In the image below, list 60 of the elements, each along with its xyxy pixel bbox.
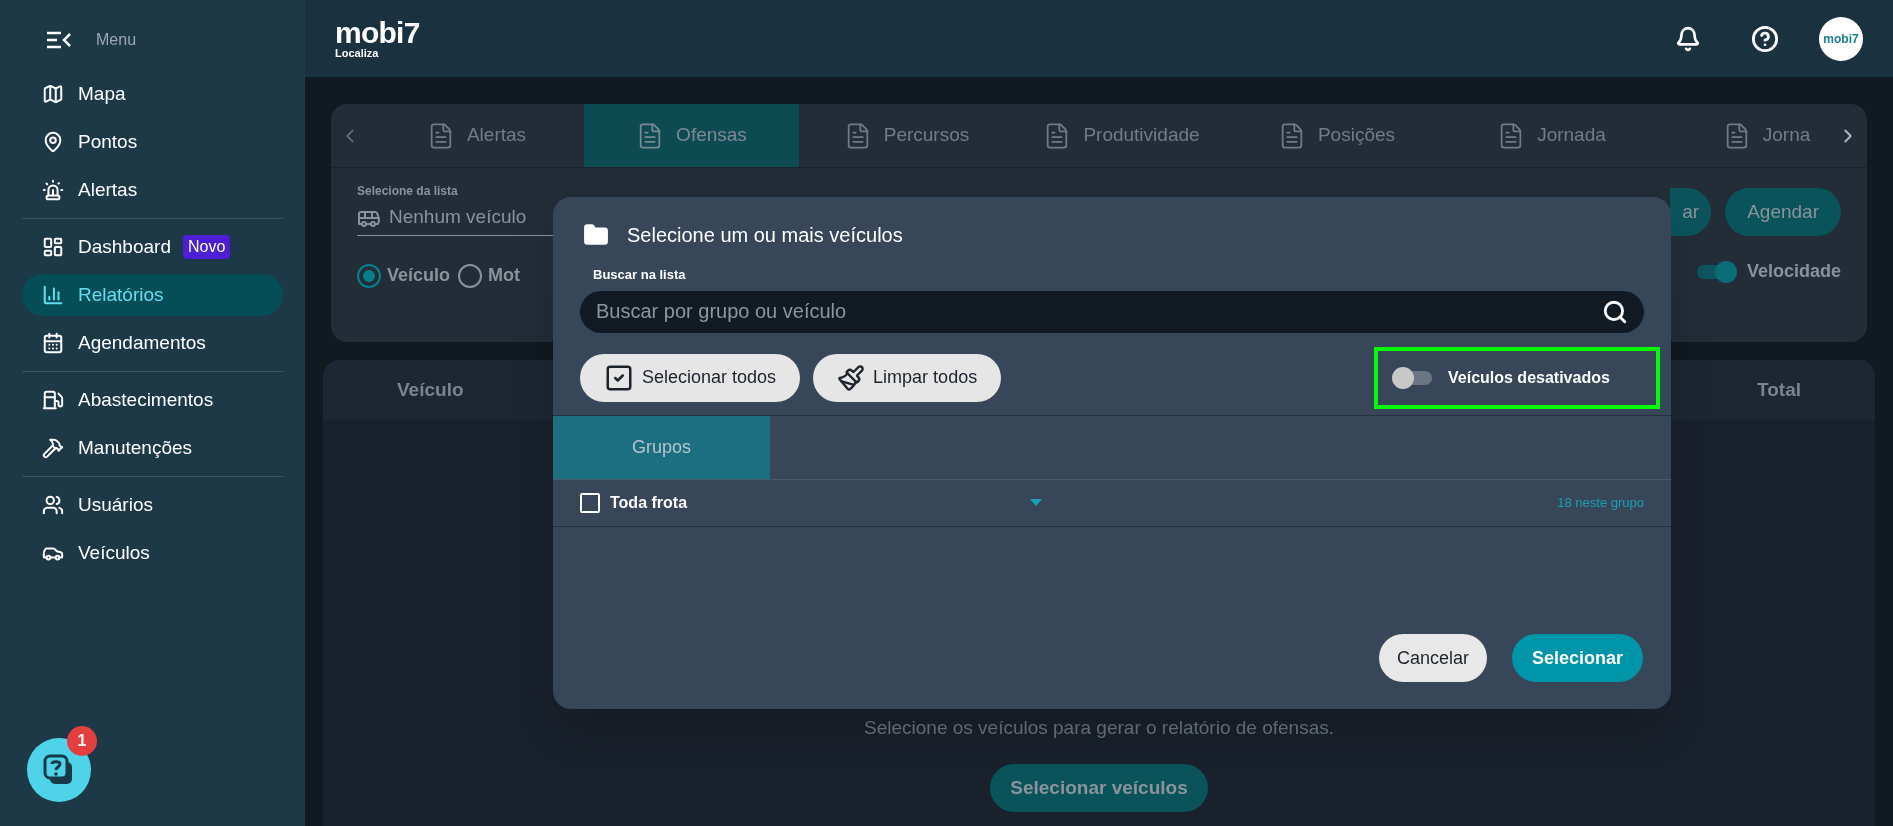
dialog-title: Selecione um ou mais veículos <box>627 223 903 248</box>
report-tab[interactable]: Jornada <box>1444 104 1659 167</box>
sidebar-item[interactable]: Veículos <box>22 532 283 574</box>
confirm-button[interactable]: Selecionar <box>1511 634 1643 682</box>
search-label: Buscar na lista <box>592 266 687 284</box>
report-tab[interactable]: Posições <box>1229 104 1444 167</box>
menu-collapse-icon[interactable] <box>46 31 72 49</box>
search-field[interactable]: Buscar por grupo ou veículo <box>580 290 1644 333</box>
clear-all-button[interactable]: Limpar todos <box>813 353 1002 402</box>
sidebar-item[interactable]: Pontos <box>22 121 283 163</box>
toggle-label: Veículos desativados <box>1448 367 1610 388</box>
menu-label: Menu <box>96 30 137 50</box>
folder-icon <box>583 222 609 248</box>
notification-badge: 1 <box>67 726 97 756</box>
map-icon <box>42 83 64 105</box>
report-tab[interactable]: Alertas <box>369 104 584 167</box>
column-header: Total <box>1757 377 1801 402</box>
toggle-label: Velocidade <box>1746 260 1841 283</box>
logo-subtitle: Localiza <box>335 48 380 59</box>
help-icon[interactable] <box>1751 24 1779 53</box>
groups-tab[interactable]: Grupos <box>553 415 770 479</box>
sidebar-item[interactable]: Relatórios <box>22 274 283 316</box>
fuel-pump-icon <box>42 389 64 411</box>
sidebar-item[interactable]: Alertas <box>22 169 283 211</box>
sidebar-item[interactable]: Dashboard Novo <box>22 226 283 268</box>
generate-button[interactable]: ar <box>1670 188 1712 236</box>
search-icon[interactable] <box>1602 298 1628 325</box>
group-name: Toda frota <box>610 492 689 513</box>
radio-option[interactable]: Veículo <box>357 262 451 289</box>
siren-icon <box>42 179 64 201</box>
sidebar-item[interactable]: Usuários <box>22 484 283 526</box>
select-vehicles-button[interactable]: Selecionar veículos <box>990 764 1208 812</box>
column-header: Veículo <box>397 377 464 402</box>
sidebar-item[interactable]: Manutenções <box>22 427 283 469</box>
group-checkbox[interactable] <box>580 492 600 513</box>
brush-icon <box>837 363 866 392</box>
field-label: Selecione da lista <box>357 183 459 200</box>
logo: mobi7 <box>335 18 420 48</box>
dashboard-icon <box>42 236 64 258</box>
report-tab[interactable]: Jorna <box>1659 104 1829 167</box>
sidebar-item[interactable]: Abastecimentos <box>22 379 283 421</box>
notifications-icon[interactable] <box>1675 25 1701 52</box>
sidebar-item[interactable]: Mapa <box>22 73 283 115</box>
radio-option[interactable]: Mot <box>458 262 520 289</box>
report-tab[interactable]: Ofensas <box>584 104 799 167</box>
new-badge: Novo <box>182 235 231 259</box>
schedule-button[interactable]: Agendar <box>1725 188 1841 236</box>
users-icon <box>42 494 64 516</box>
expand-caret-icon[interactable] <box>1030 499 1042 506</box>
pin-icon <box>42 131 64 153</box>
avatar[interactable]: mobi7 <box>1819 16 1863 61</box>
empty-message: Selecione os veículos para gerar o relatório de ofensas. <box>864 715 1334 740</box>
select-all-button[interactable]: Selecionar todos <box>580 353 801 402</box>
calendar-icon <box>42 332 64 354</box>
cancel-button[interactable]: Cancelar <box>1378 634 1487 682</box>
chart-icon <box>42 284 64 306</box>
group-count: 18 neste grupo <box>1557 493 1644 512</box>
report-tab[interactable]: Produtividade <box>1014 104 1229 167</box>
sidebar-item[interactable]: Agendamentos <box>22 322 283 364</box>
report-tab[interactable]: Percursos <box>799 104 1014 167</box>
